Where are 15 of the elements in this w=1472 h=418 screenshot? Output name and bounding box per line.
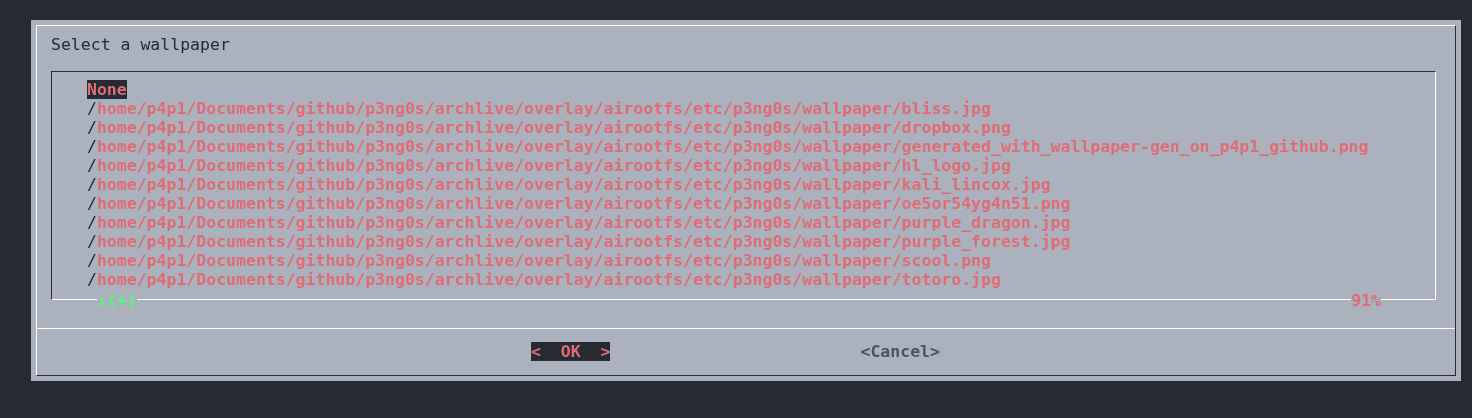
list-item[interactable]: /home/p4p1/Documents/github/p3ng0s/archlive/overlay/airootfs/etc/p3ng0s/wallpaper/oe5or54yg4n51.png bbox=[87, 194, 1071, 213]
cancel-button[interactable]: <Cancel> bbox=[860, 341, 940, 361]
list-item[interactable]: /home/p4p1/Documents/github/p3ng0s/archlive/overlay/airootfs/etc/p3ng0s/wallpaper/bliss.jpg bbox=[87, 99, 991, 118]
list-item[interactable]: /home/p4p1/Documents/github/p3ng0s/archlive/overlay/airootfs/etc/p3ng0s/wallpaper/generated_with_wallpaper-gen_on_p4p1_github.png bbox=[87, 137, 1369, 156]
list-item[interactable]: /home/p4p1/Documents/github/p3ng0s/archlive/overlay/airootfs/etc/p3ng0s/wallpaper/purple_dragon.jpg bbox=[87, 213, 1071, 232]
list-item[interactable]: None bbox=[87, 80, 127, 99]
list-item[interactable]: /home/p4p1/Documents/github/p3ng0s/archlive/overlay/airootfs/etc/p3ng0s/wallpaper/dropbox.png bbox=[87, 118, 1011, 137]
ok-button[interactable]: < OK > bbox=[531, 341, 611, 361]
scroll-indicator: ↓(+) bbox=[97, 291, 137, 310]
list-item[interactable]: /home/p4p1/Documents/github/p3ng0s/archlive/overlay/airootfs/etc/p3ng0s/wallpaper/totoro.jpg bbox=[87, 270, 1001, 289]
list-item[interactable]: /home/p4p1/Documents/github/p3ng0s/archlive/overlay/airootfs/etc/p3ng0s/wallpaper/kali_lincox.jpg bbox=[87, 175, 1051, 194]
list-item[interactable]: /home/p4p1/Documents/github/p3ng0s/archlive/overlay/airootfs/etc/p3ng0s/wallpaper/purple_forest.jpg bbox=[87, 232, 1071, 251]
list-item[interactable]: /home/p4p1/Documents/github/p3ng0s/archlive/overlay/airootfs/etc/p3ng0s/wallpaper/hl_logo.jpg bbox=[87, 156, 1011, 175]
list-item[interactable]: /home/p4p1/Documents/github/p3ng0s/archlive/overlay/airootfs/etc/p3ng0s/wallpaper/scool.png bbox=[87, 251, 991, 270]
dialog-title: Select a wallpaper bbox=[51, 34, 230, 56]
